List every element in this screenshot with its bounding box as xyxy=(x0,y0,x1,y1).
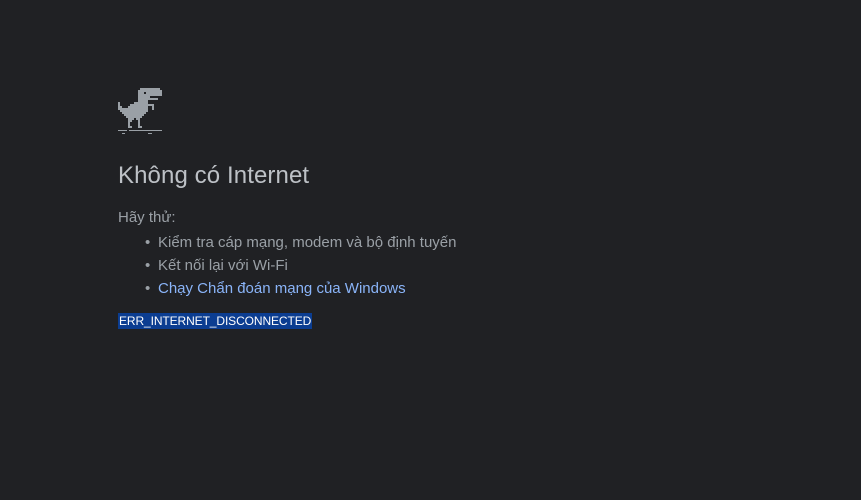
suggestion-check-cables: Kiểm tra cáp mạng, modem và bộ định tuyế… xyxy=(158,234,457,251)
bullet-icon: • xyxy=(145,257,151,274)
suggestion-reconnect-wifi: Kết nối lại với Wi-Fi xyxy=(158,257,288,274)
suggestion-item: • Kiểm tra cáp mạng, modem và bộ định tu… xyxy=(145,231,818,254)
error-code: ERR_INTERNET_DISCONNECTED xyxy=(118,313,313,329)
error-page: Không có Internet Hãy thử: • Kiểm tra cá… xyxy=(118,88,818,330)
offline-dino-icon[interactable] xyxy=(118,88,162,135)
suggestion-item: • Chạy Chẩn đoán mạng của Windows xyxy=(145,277,818,300)
page-title: Không có Internet xyxy=(118,162,310,189)
suggestions-list: • Kiểm tra cáp mạng, modem và bộ định tu… xyxy=(118,231,818,300)
suggestion-item: • Kết nối lại với Wi-Fi xyxy=(145,254,818,277)
bullet-icon: • xyxy=(145,280,151,297)
bullet-icon: • xyxy=(145,234,151,251)
try-label: Hãy thử: xyxy=(118,209,176,226)
run-network-diagnostics-link[interactable]: Chạy Chẩn đoán mạng của Windows xyxy=(158,280,406,297)
